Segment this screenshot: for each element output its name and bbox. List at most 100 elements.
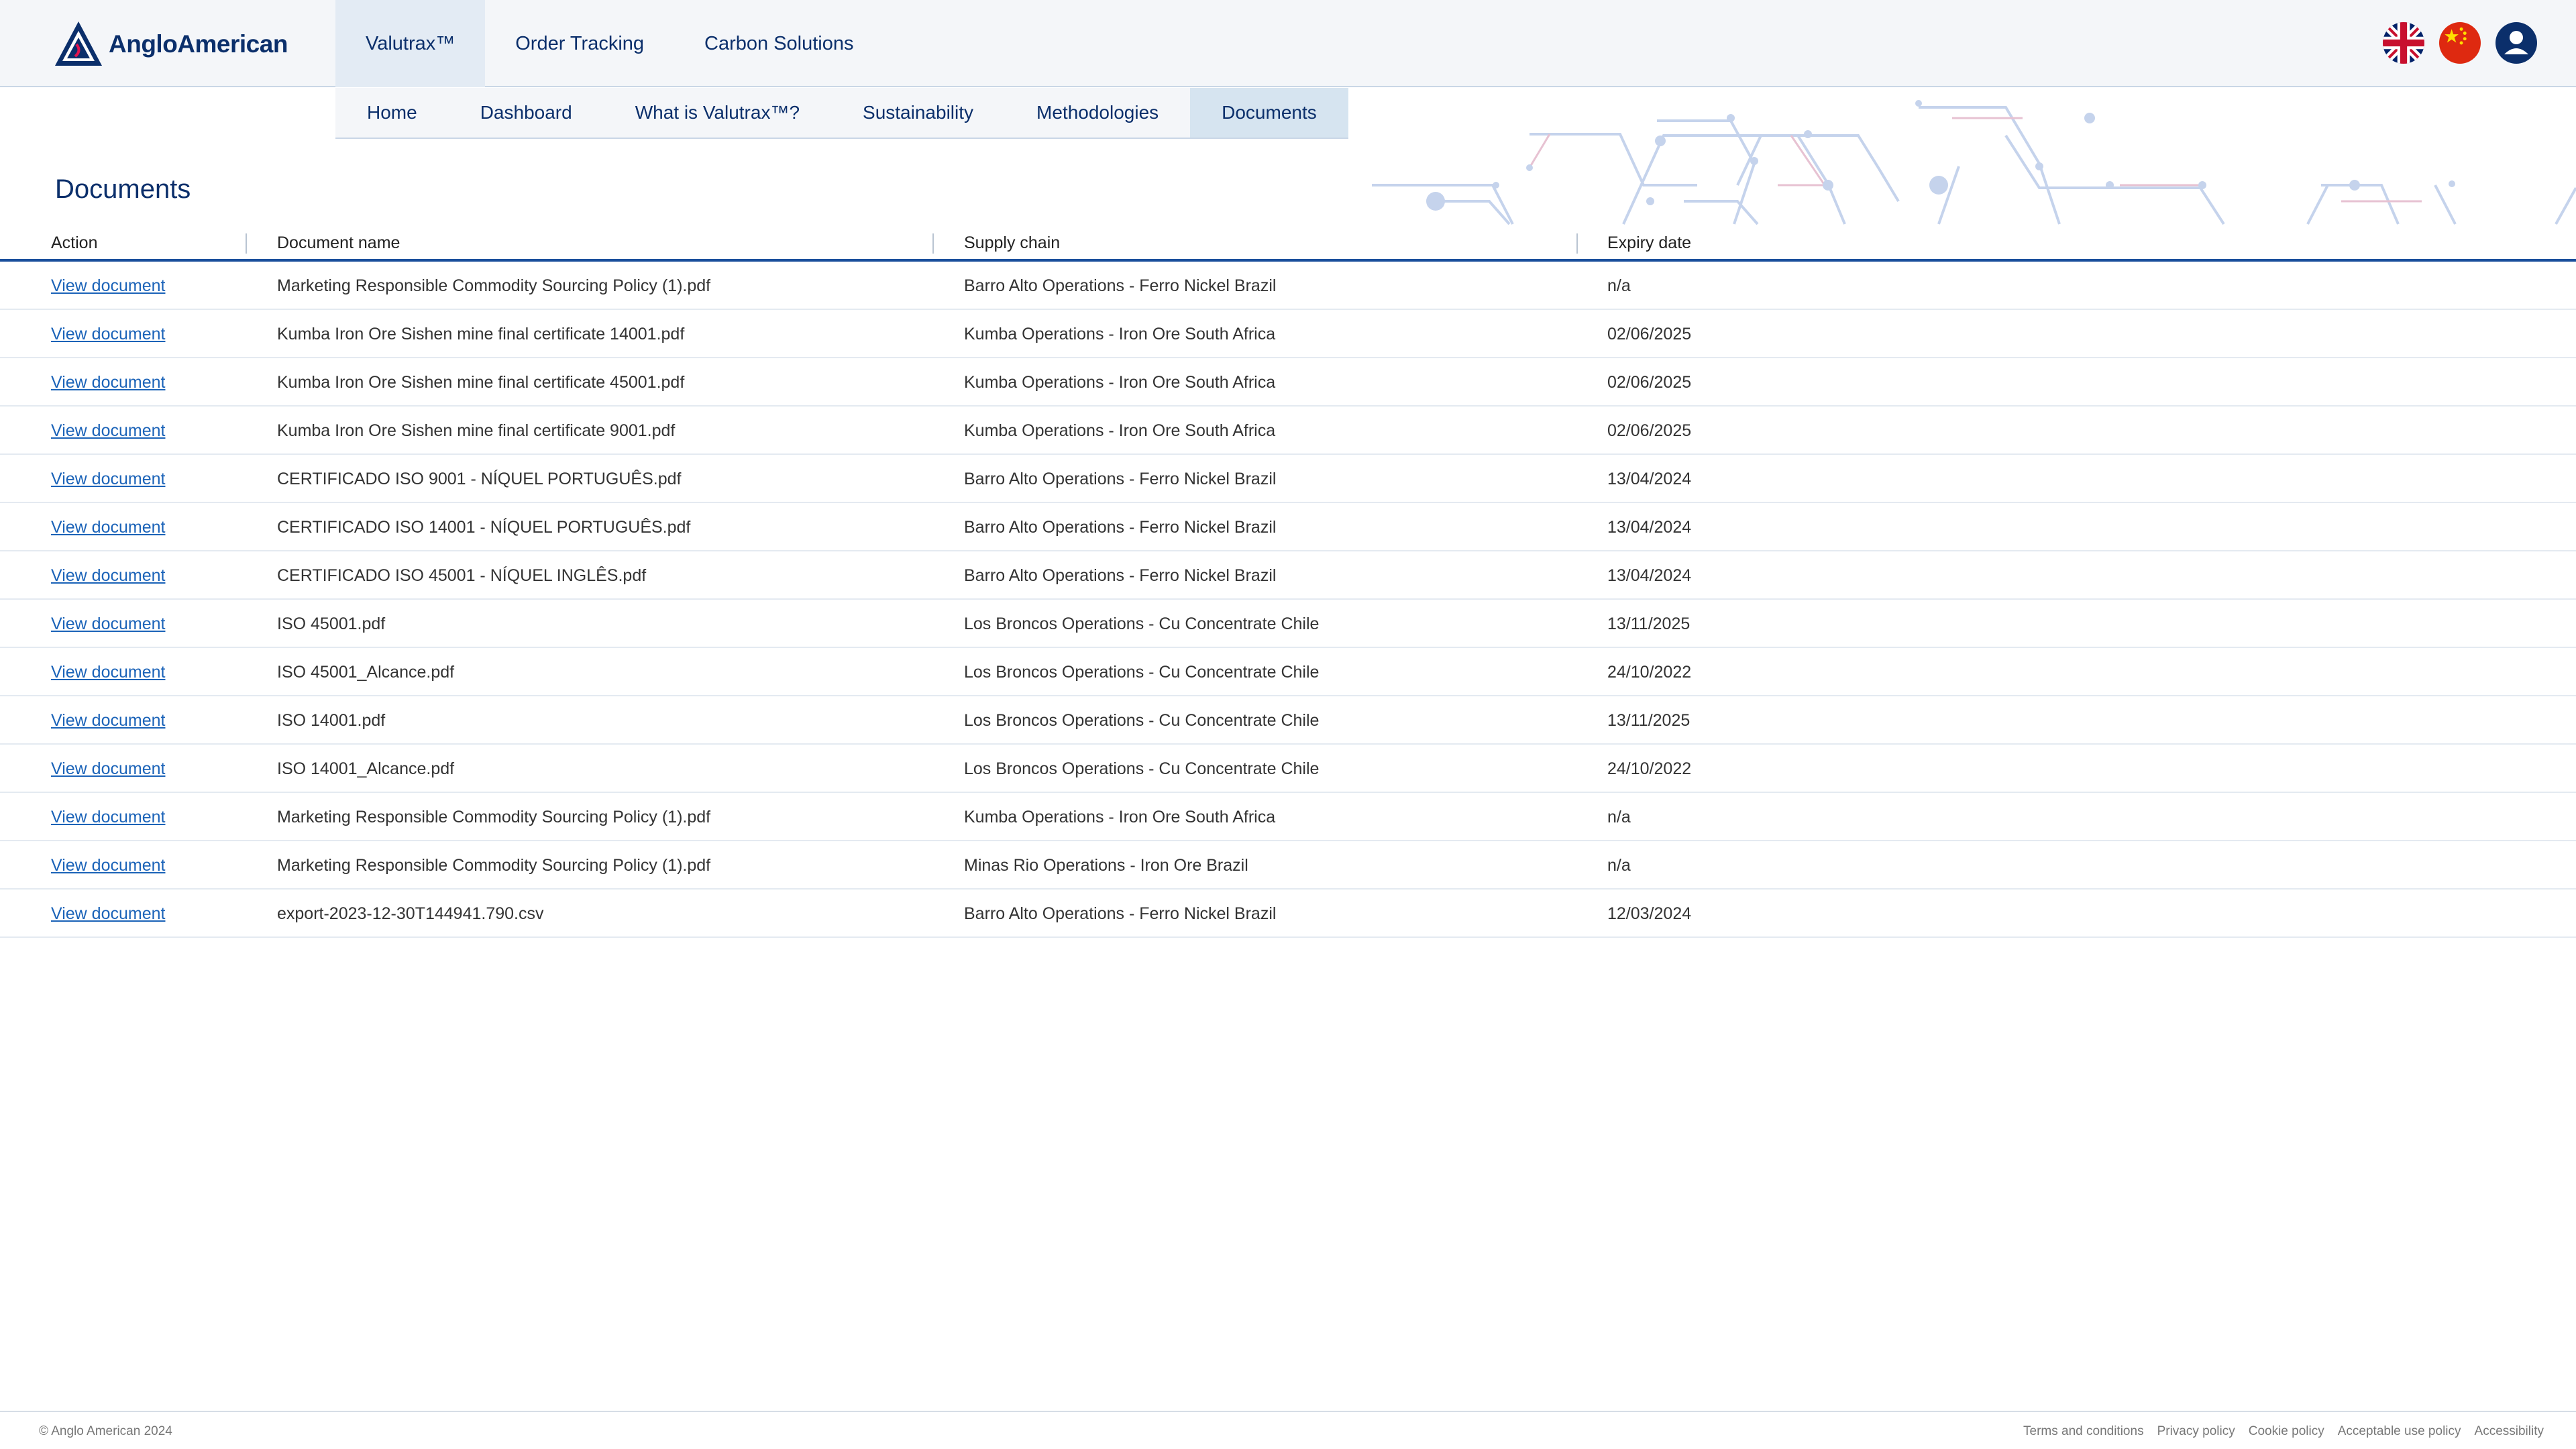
anglo-american-logo-icon — [55, 21, 102, 66]
view-document-link[interactable]: View document — [51, 518, 165, 537]
supply-chain: Kumba Operations - Iron Ore South Africa — [964, 808, 1276, 826]
expiry-date: 02/06/2025 — [1607, 421, 1692, 440]
view-document-link[interactable]: View document — [51, 904, 165, 924]
view-document-link[interactable]: View document — [51, 711, 165, 731]
page-footer: © Anglo American 2024 Terms and conditio… — [0, 1411, 2576, 1449]
expiry-date: n/a — [1607, 856, 1631, 875]
view-document-link[interactable]: View document — [51, 276, 165, 296]
footer-link-accessibility[interactable]: Accessibility — [2475, 1424, 2544, 1439]
view-document-link[interactable]: View document — [51, 373, 165, 392]
document-name: ISO 45001_Alcance.pdf — [277, 663, 455, 682]
expiry-date: 24/10/2022 — [1607, 759, 1692, 778]
user-account-icon[interactable] — [2496, 22, 2537, 64]
footer-link-terms[interactable]: Terms and conditions — [2023, 1424, 2144, 1439]
document-name: Marketing Responsible Commodity Sourcing… — [277, 856, 711, 875]
supply-chain: Kumba Operations - Iron Ore South Africa — [964, 421, 1276, 440]
column-divider — [246, 233, 247, 254]
footer-link-acceptable-use[interactable]: Acceptable use policy — [2338, 1424, 2461, 1439]
table-row: View document ISO 45001.pdf Los Broncos … — [0, 600, 2576, 648]
table-row: View document ISO 14001.pdf Los Broncos … — [0, 696, 2576, 745]
table-row: View document ISO 45001_Alcance.pdf Los … — [0, 648, 2576, 696]
china-flag-icon[interactable] — [2439, 22, 2481, 64]
topnav-valutrax[interactable]: Valutrax™ — [335, 0, 486, 87]
top-navigation: Valutrax™ Order Tracking Carbon Solution… — [335, 0, 884, 87]
document-name: Marketing Responsible Commodity Sourcing… — [277, 276, 711, 295]
supply-chain: Los Broncos Operations - Cu Concentrate … — [964, 614, 1320, 633]
table-header: Action Document name Supply chain Expiry… — [0, 228, 2576, 262]
document-name: CERTIFICADO ISO 45001 - NÍQUEL INGLÊS.pd… — [277, 566, 647, 585]
view-document-link[interactable]: View document — [51, 614, 165, 634]
subnav-methodologies[interactable]: Methodologies — [1005, 88, 1190, 138]
document-name: ISO 45001.pdf — [277, 614, 386, 633]
subnav-sustainability[interactable]: Sustainability — [831, 88, 1005, 138]
brand-logo[interactable]: AngloAmerican — [52, 19, 288, 70]
view-document-link[interactable]: View document — [51, 759, 165, 779]
topnav-order-tracking[interactable]: Order Tracking — [485, 0, 674, 87]
documents-table: Action Document name Supply chain Expiry… — [0, 228, 2576, 938]
table-row: View document CERTIFICADO ISO 9001 - NÍQ… — [0, 455, 2576, 503]
supply-chain: Los Broncos Operations - Cu Concentrate … — [964, 711, 1320, 730]
supply-chain: Barro Alto Operations - Ferro Nickel Bra… — [964, 904, 1277, 923]
subnav-what-is-valutrax[interactable]: What is Valutrax™? — [604, 88, 831, 138]
footer-link-cookie[interactable]: Cookie policy — [2249, 1424, 2324, 1439]
document-name: Kumba Iron Ore Sishen mine final certifi… — [277, 421, 676, 440]
expiry-date: 13/11/2025 — [1607, 614, 1690, 633]
circuit-decoration-icon — [1372, 100, 2576, 225]
expiry-date: 02/06/2025 — [1607, 373, 1692, 392]
supply-chain: Barro Alto Operations - Ferro Nickel Bra… — [964, 518, 1277, 537]
table-row: View document ISO 14001_Alcance.pdf Los … — [0, 745, 2576, 793]
column-header-expiry-date[interactable]: Expiry date — [1607, 233, 1691, 253]
view-document-link[interactable]: View document — [51, 566, 165, 586]
table-row: View document Marketing Responsible Comm… — [0, 262, 2576, 310]
column-divider — [932, 233, 934, 254]
subnav-documents[interactable]: Documents — [1190, 88, 1348, 138]
footer-link-privacy[interactable]: Privacy policy — [2157, 1424, 2235, 1439]
document-name: Marketing Responsible Commodity Sourcing… — [277, 808, 711, 826]
view-document-link[interactable]: View document — [51, 325, 165, 344]
expiry-date: 13/04/2024 — [1607, 518, 1692, 537]
column-header-document-name[interactable]: Document name — [277, 233, 400, 253]
page-title: Documents — [55, 174, 191, 204]
expiry-date: 12/03/2024 — [1607, 904, 1692, 923]
table-row: View document export-2023-12-30T144941.7… — [0, 890, 2576, 938]
view-document-link[interactable]: View document — [51, 856, 165, 875]
view-document-link[interactable]: View document — [51, 663, 165, 682]
column-header-supply-chain[interactable]: Supply chain — [964, 233, 1060, 253]
subnav-home[interactable]: Home — [335, 88, 449, 138]
supply-chain: Barro Alto Operations - Ferro Nickel Bra… — [964, 276, 1277, 295]
supply-chain: Kumba Operations - Iron Ore South Africa — [964, 373, 1276, 392]
expiry-date: 13/11/2025 — [1607, 711, 1690, 730]
column-divider — [1576, 233, 1578, 254]
document-name: ISO 14001_Alcance.pdf — [277, 759, 455, 778]
view-document-link[interactable]: View document — [51, 470, 165, 489]
table-row: View document Kumba Iron Ore Sishen mine… — [0, 407, 2576, 455]
table-row: View document Kumba Iron Ore Sishen mine… — [0, 358, 2576, 407]
table-row: View document Marketing Responsible Comm… — [0, 793, 2576, 841]
header-actions — [2383, 22, 2537, 64]
supply-chain: Los Broncos Operations - Cu Concentrate … — [964, 663, 1320, 682]
expiry-date: n/a — [1607, 808, 1631, 826]
expiry-date: n/a — [1607, 276, 1631, 295]
view-document-link[interactable]: View document — [51, 808, 165, 827]
top-header: AngloAmerican Valutrax™ Order Tracking C… — [0, 0, 2576, 87]
table-row: View document Kumba Iron Ore Sishen mine… — [0, 310, 2576, 358]
supply-chain: Kumba Operations - Iron Ore South Africa — [964, 325, 1276, 343]
document-name: CERTIFICADO ISO 14001 - NÍQUEL PORTUGUÊS… — [277, 518, 691, 537]
uk-flag-icon[interactable] — [2383, 22, 2424, 64]
column-header-action[interactable]: Action — [51, 233, 97, 253]
supply-chain: Barro Alto Operations - Ferro Nickel Bra… — [964, 566, 1277, 585]
supply-chain: Los Broncos Operations - Cu Concentrate … — [964, 759, 1320, 778]
document-name: export-2023-12-30T144941.790.csv — [277, 904, 544, 923]
topnav-carbon-solutions[interactable]: Carbon Solutions — [674, 0, 883, 87]
view-document-link[interactable]: View document — [51, 421, 165, 441]
supply-chain: Minas Rio Operations - Iron Ore Brazil — [964, 856, 1248, 875]
brand-name: AngloAmerican — [109, 30, 288, 58]
table-row: View document CERTIFICADO ISO 14001 - NÍ… — [0, 503, 2576, 551]
table-row: View document CERTIFICADO ISO 45001 - NÍ… — [0, 551, 2576, 600]
copyright-text: © Anglo American 2024 — [39, 1424, 172, 1438]
sub-navigation: Home Dashboard What is Valutrax™? Sustai… — [335, 88, 1348, 139]
document-name: CERTIFICADO ISO 9001 - NÍQUEL PORTUGUÊS.… — [277, 470, 682, 488]
subnav-dashboard[interactable]: Dashboard — [449, 88, 604, 138]
expiry-date: 24/10/2022 — [1607, 663, 1692, 682]
document-name: Kumba Iron Ore Sishen mine final certifi… — [277, 325, 685, 343]
